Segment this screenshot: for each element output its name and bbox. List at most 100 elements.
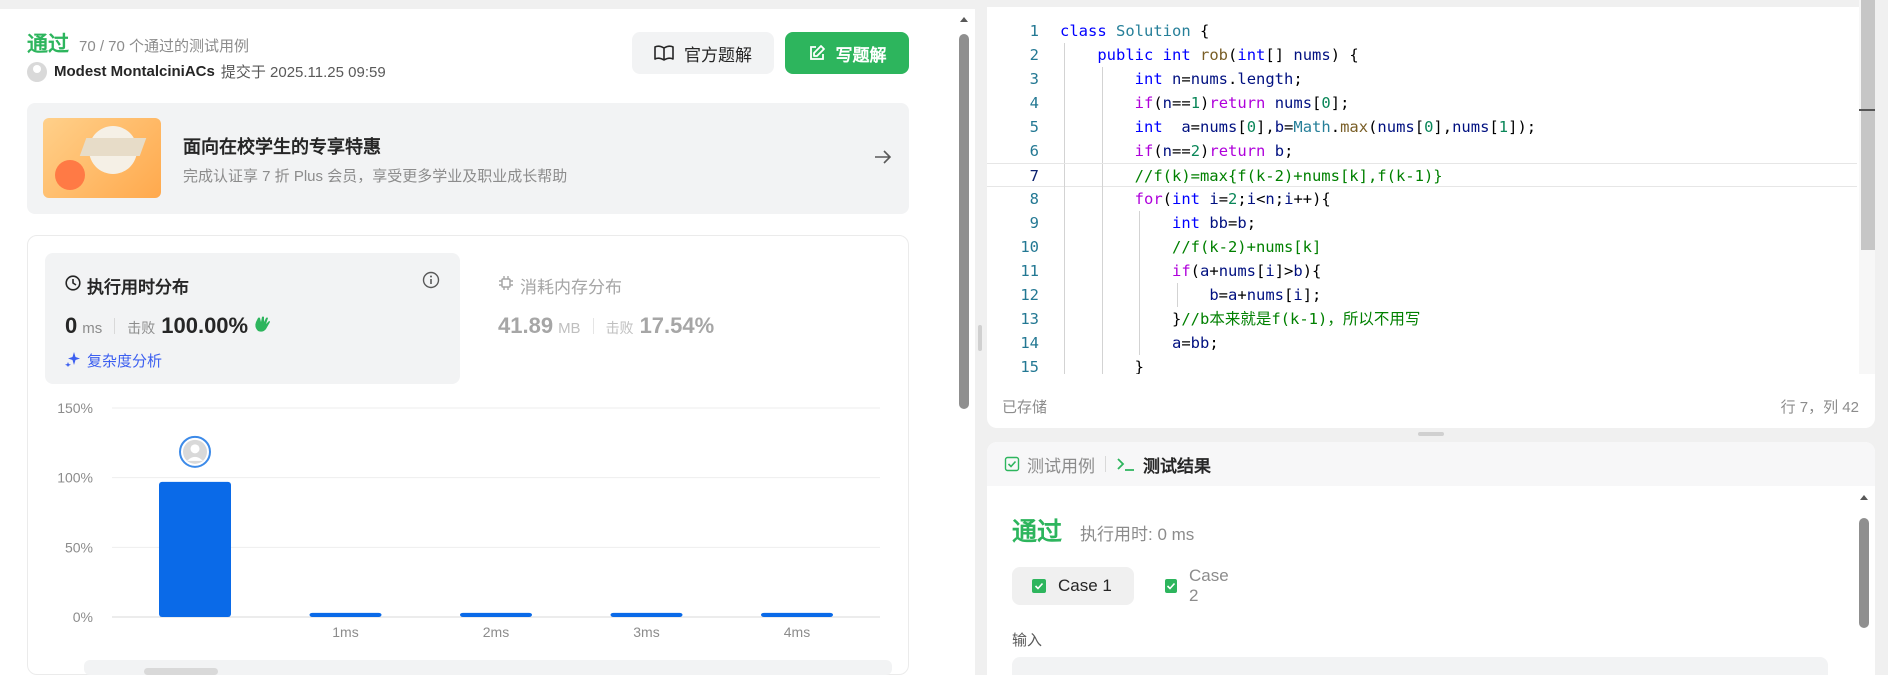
scroll-up-icon[interactable] <box>1857 491 1871 503</box>
code-line[interactable]: 12 b=a+nums[i]; <box>987 283 1857 307</box>
line-code: class Solution { <box>1060 22 1210 40</box>
x-tick-label: 4ms <box>784 624 810 640</box>
chip-icon <box>498 275 520 296</box>
tab-test-result-label: 测试结果 <box>1143 456 1211 476</box>
line-number: 2 <box>1029 46 1039 64</box>
line-code: int n=nums.length; <box>1134 70 1303 88</box>
complexity-analysis-link[interactable]: 复杂度分析 <box>65 350 162 371</box>
check-icon <box>1165 579 1177 593</box>
line-number: 13 <box>1020 310 1039 328</box>
result-tabs: 测试用例 测试结果 <box>987 442 1875 486</box>
line-code: //f(k)=max{f(k-2)+nums[k],f(k-1)} <box>1134 167 1443 185</box>
edit-icon <box>808 44 826 62</box>
official-solution-label: 官方题解 <box>684 45 752 65</box>
cursor-position[interactable]: 行 7，列 42 <box>1781 396 1859 417</box>
code-line[interactable]: 5 int a=nums[0],b=Math.max(nums[0],nums[… <box>987 115 1857 139</box>
memory-distribution-tab[interactable]: 消耗内存分布 41.89 MB 击败 17.54% <box>478 253 893 384</box>
code-line[interactable]: 2 public int rob(int[] nums) { <box>987 43 1857 67</box>
memory-beat-value: 17.54% <box>639 313 715 338</box>
result-scroll-thumb[interactable] <box>1859 518 1869 628</box>
divider <box>592 318 594 334</box>
tab-testcase-label: 测试用例 <box>1027 456 1095 476</box>
line-number: 3 <box>1029 70 1039 88</box>
result-status-row: 通过 执行用时: 0 ms <box>1012 512 1194 548</box>
arrow-right-icon[interactable] <box>873 147 893 172</box>
line-code: b=a+nums[i]; <box>1209 286 1322 304</box>
runtime-beat-value: 100.00% <box>161 313 249 338</box>
write-solution-button[interactable]: 写题解 <box>785 32 909 74</box>
memory-metrics: 41.89 MB 击败 17.54% <box>498 313 714 339</box>
line-number: 5 <box>1029 118 1039 136</box>
chart-bar <box>761 612 833 617</box>
result-runtime: 执行用时: 0 ms <box>1080 525 1195 544</box>
line-code: a=bb; <box>1171 334 1219 352</box>
input-label: 输入 <box>1012 632 1043 649</box>
y-tick-label: 50% <box>65 539 93 555</box>
line-code: int a=nums[0],b=Math.max(nums[0],nums[1]… <box>1134 118 1537 136</box>
editor-resize-handle[interactable] <box>1418 432 1444 436</box>
left-scrollbar[interactable] <box>957 12 971 675</box>
editor-top-divider <box>987 0 1875 7</box>
code-line[interactable]: 9 int bb=b; <box>987 211 1857 235</box>
student-promo-banner[interactable]: 面向在校学生的专享特惠 完成认证享 7 折 Plus 会员，享受更多学业及职业成… <box>27 103 909 214</box>
chart-bar <box>309 612 382 617</box>
author-name[interactable]: Modest MontalciniACs <box>54 63 215 80</box>
panel-resize-handle[interactable] <box>978 325 982 351</box>
code-line[interactable]: 8 for(int i=2;i<n;i++){ <box>987 187 1857 211</box>
case-2-tab[interactable]: Case 2 <box>1145 566 1255 605</box>
left-scroll-thumb[interactable] <box>959 34 969 409</box>
memory-title: 消耗内存分布 <box>498 273 622 298</box>
book-icon <box>654 45 674 61</box>
test-result-panel: 测试用例 测试结果 通过 执行用时: 0 ms Case 1 Case 2 输入 <box>987 442 1875 675</box>
editor-scroll-thumb[interactable] <box>1861 0 1875 250</box>
save-status: 已存储 <box>1002 399 1048 416</box>
line-code: for(int i=2;i<n;i++){ <box>1134 190 1331 208</box>
code-line[interactable]: 11 if(a+nums[i]>b){ <box>987 259 1857 283</box>
submit-time: 提交于 2025.11.25 09:59 <box>220 64 386 81</box>
editor-scrollbar[interactable] <box>1859 0 1875 374</box>
code-line[interactable]: 7 //f(k)=max{f(k-2)+nums[k],f(k-1)} <box>987 163 1857 188</box>
tab-testcase[interactable]: 测试用例 <box>1004 452 1095 477</box>
checkbox-icon <box>1004 456 1020 472</box>
line-number: 7 <box>1029 167 1039 185</box>
code-line[interactable]: 6 if(n==2)return b; <box>987 139 1857 163</box>
promo-subtitle: 完成认证享 7 折 Plus 会员，享受更多学业及职业成长帮助 <box>183 168 568 185</box>
line-code: int bb=b; <box>1171 214 1257 232</box>
code-line[interactable]: 13 }//b本来就是f(k-1)，所以不用写 <box>987 307 1857 331</box>
x-tick-label: 3ms <box>633 624 659 640</box>
memory-title-text: 消耗内存分布 <box>520 278 622 297</box>
result-scrollbar[interactable] <box>1857 490 1871 675</box>
case-1-tab[interactable]: Case 1 <box>1012 567 1134 605</box>
line-number: 11 <box>1020 262 1039 280</box>
submission-status: 通过 <box>27 33 69 56</box>
code-line[interactable]: 1 class Solution { <box>987 19 1857 43</box>
input-value-box <box>1012 657 1828 675</box>
line-number: 15 <box>1020 358 1039 374</box>
clock-icon <box>65 275 87 296</box>
runtime-beat-label: 击败 <box>127 320 156 336</box>
code-line[interactable]: 10 //f(k-2)+nums[k] <box>987 235 1857 259</box>
avatar[interactable] <box>27 61 47 82</box>
divider <box>114 318 116 334</box>
runtime-metrics: 0 ms 击败 100.00% <box>65 313 273 339</box>
line-code: }//b本来就是f(k-1)，所以不用写 <box>1060 310 1421 328</box>
line-number: 4 <box>1029 94 1039 112</box>
code-editor[interactable]: 1 class Solution {2 public int rob(int[] … <box>987 19 1857 374</box>
runtime-distribution-tab[interactable]: 执行用时分布 0 ms 击败 100.00% 复杂度分析 <box>45 253 460 384</box>
terminal-icon <box>1116 456 1136 472</box>
chart-scroll-thumb[interactable] <box>144 668 218 675</box>
y-tick-label: 0% <box>73 609 93 625</box>
code-line[interactable]: 3 int n=nums.length; <box>987 67 1857 91</box>
code-line[interactable]: 4 if(n==1)return nums[0]; <box>987 91 1857 115</box>
official-solution-button[interactable]: 官方题解 <box>632 32 774 74</box>
code-line[interactable]: 15 } <box>987 355 1857 374</box>
code-line[interactable]: 14 a=bb; <box>987 331 1857 355</box>
tab-test-result[interactable]: 测试结果 <box>1116 452 1211 477</box>
line-number: 12 <box>1020 286 1039 304</box>
scroll-up-icon[interactable] <box>957 13 971 25</box>
case-2-label: Case 2 <box>1188 566 1229 605</box>
info-icon[interactable] <box>422 271 440 294</box>
testcase-count: 70 / 70 个通过的测试用例 <box>79 38 250 55</box>
line-code: public int rob(int[] nums) { <box>1097 46 1359 64</box>
chart-scroll-track[interactable] <box>84 660 892 675</box>
